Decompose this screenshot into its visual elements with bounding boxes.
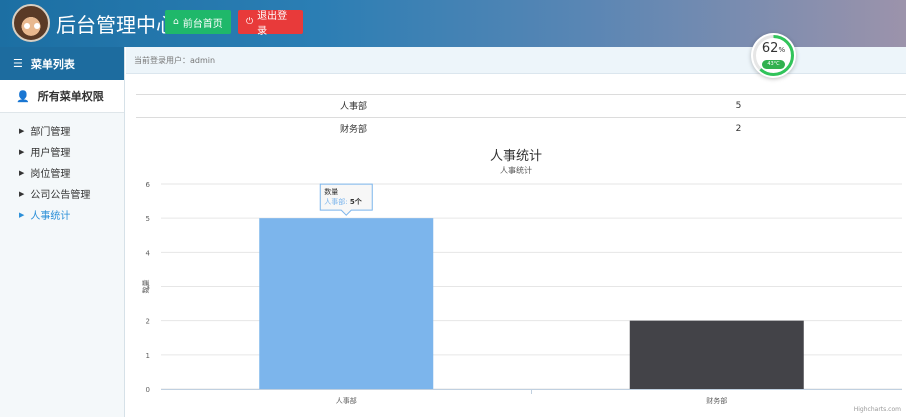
- sidebar-item-hr-stats[interactable]: ▶ 人事统计: [0, 204, 124, 225]
- x-tick-label: 人事部: [336, 396, 357, 405]
- chart-title: 人事统计: [489, 149, 542, 164]
- x-tick-label: 财务部: [706, 396, 727, 405]
- permission-title: 所有菜单权限: [37, 90, 104, 103]
- caret-right-icon: ▶: [19, 189, 25, 198]
- gauge-temperature: 43°C: [762, 60, 785, 69]
- power-icon: ⏻: [246, 17, 254, 27]
- cpu-gauge-widget[interactable]: 62% 43°C: [751, 33, 796, 78]
- sidebar-item-label: 人事统计: [30, 211, 71, 222]
- sidebar-item-label: 部门管理: [30, 127, 71, 138]
- avatar: [12, 4, 50, 42]
- caret-right-icon: ▶: [19, 210, 25, 219]
- y-tick-label: 2: [146, 318, 150, 326]
- highcharts-credits[interactable]: Highcharts.com: [854, 406, 901, 413]
- sidebar-menu: ▶ 部门管理 ▶ 用户管理 ▶ 岗位管理 ▶ 公司公告管理 ▶ 人事统计: [0, 113, 124, 225]
- sidebar: ☰ 菜单列表 👤 所有菜单权限 ▶ 部门管理 ▶ 用户管理 ▶ 岗位管理 ▶ 公…: [0, 47, 125, 417]
- y-tick-label: 0: [146, 386, 150, 394]
- sidebar-item-department[interactable]: ▶ 部门管理: [0, 120, 124, 141]
- table-cell-name: 人事部: [136, 93, 571, 117]
- y-tick-label: 4: [146, 249, 151, 257]
- table-cell-count: 5: [571, 93, 906, 117]
- table-row: 财务部 2: [136, 116, 906, 140]
- page-title: 后台管理中心: [56, 13, 176, 37]
- sidebar-item-label: 公司公告管理: [30, 190, 91, 201]
- y-tick-label: 1: [146, 352, 150, 360]
- sidebar-header: ☰ 菜单列表: [0, 47, 124, 80]
- logout-button[interactable]: ⏻ 退出登录: [238, 10, 303, 37]
- sidebar-item-label: 岗位管理: [30, 169, 71, 180]
- sidebar-item-announcements[interactable]: ▶ 公司公告管理: [0, 183, 124, 204]
- table-row: 人事部 5: [136, 93, 906, 117]
- tooltip-title: 数量: [324, 187, 338, 196]
- caret-right-icon: ▶: [19, 147, 25, 156]
- gauge-percent: 62%: [761, 41, 786, 56]
- y-axis-label: 数量: [141, 280, 150, 294]
- tooltip-value: 人事部: 5个: [324, 197, 362, 206]
- sidebar-permission-group[interactable]: 👤 所有菜单权限: [0, 80, 124, 113]
- sidebar-title: 菜单列表: [30, 57, 75, 71]
- table-cell-name: 财务部: [136, 116, 571, 140]
- stats-table: 人事部 5 财务部 2: [136, 85, 906, 140]
- user-icon: 👤: [16, 89, 30, 103]
- bar[interactable]: [259, 218, 434, 389]
- table-header-clipped: [136, 85, 906, 94]
- chart-subtitle: 人事统计: [500, 166, 532, 175]
- caret-right-icon: ▶: [19, 126, 25, 135]
- bar[interactable]: [629, 320, 804, 389]
- logout-button-label: 退出登录: [257, 11, 288, 37]
- sidebar-item-users[interactable]: ▶ 用户管理: [0, 141, 124, 162]
- current-user-text: 当前登录用户：admin: [134, 55, 216, 65]
- list-icon: ☰: [13, 57, 23, 70]
- sidebar-item-label: 用户管理: [30, 148, 71, 159]
- home-button[interactable]: ⌂ 前台首页: [165, 10, 231, 34]
- y-tick-label: 6: [146, 181, 151, 189]
- bar-chart: 0123456数量人事部 财务部数量人事部: 5个: [141, 181, 902, 405]
- home-icon: ⌂: [173, 17, 179, 27]
- home-button-label: 前台首页: [182, 18, 223, 30]
- table-cell-count: 2: [571, 116, 906, 140]
- caret-right-icon: ▶: [19, 168, 25, 177]
- y-tick-label: 5: [146, 215, 150, 223]
- sidebar-item-positions[interactable]: ▶ 岗位管理: [0, 162, 124, 183]
